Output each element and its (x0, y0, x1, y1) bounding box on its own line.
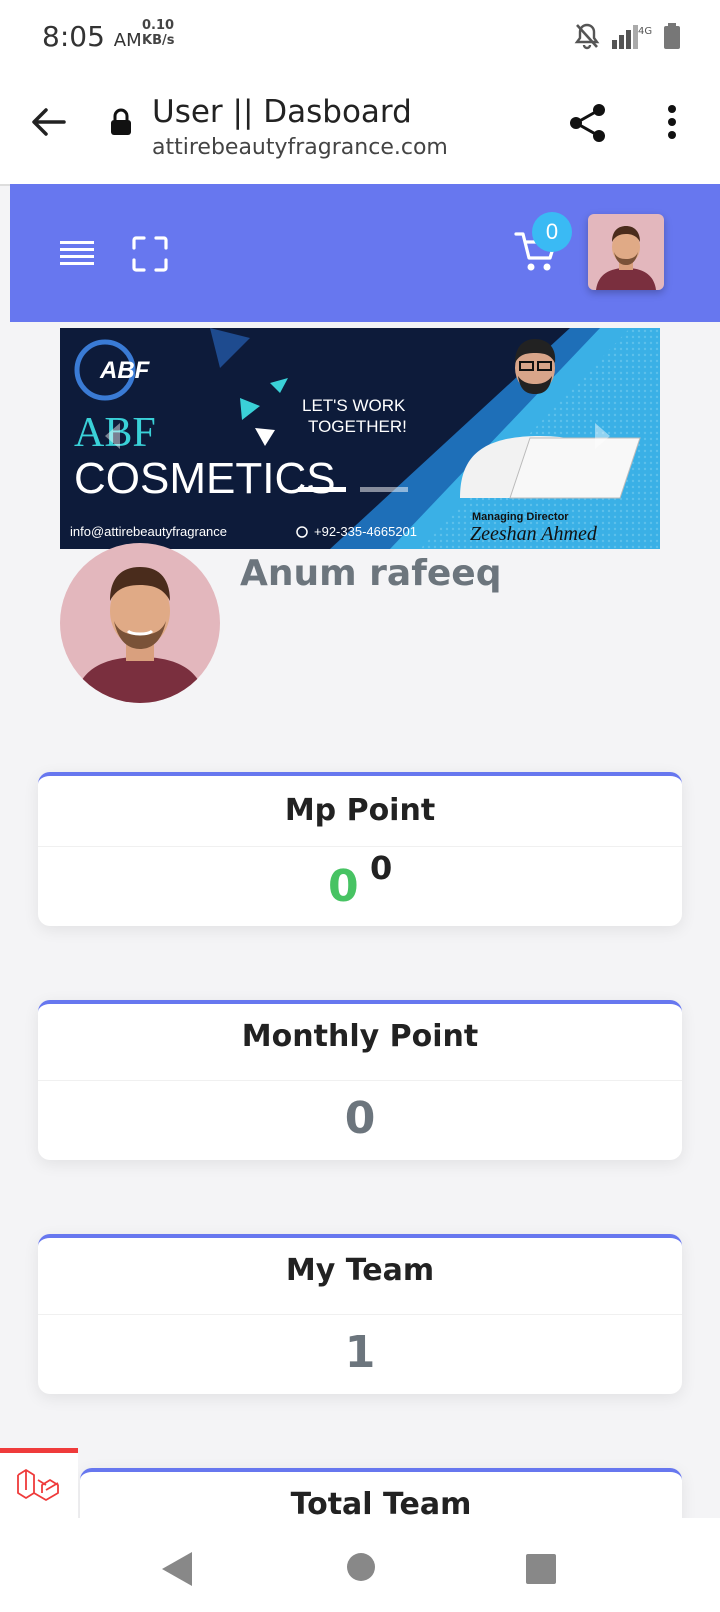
nav-recents-icon[interactable] (526, 1554, 556, 1584)
my-team-value: 1 (344, 1327, 376, 1378)
card-mp-point: Mp Point 0 0 (38, 772, 682, 926)
card-my-team: My Team 1 (38, 1234, 682, 1394)
mp-point-value: 0 (328, 861, 359, 912)
status-time: 8:05 AM (42, 20, 142, 53)
laravel-icon (17, 1469, 59, 1501)
battery-icon (664, 23, 680, 49)
bell-off-icon (574, 23, 600, 50)
menu-icon[interactable] (60, 240, 94, 266)
banner-phone: +92-335-4665201 (314, 524, 417, 539)
page-title: User || Dasboard (152, 94, 412, 130)
status-bar: 8:05 AM 0.10 KB/s 4G (0, 0, 720, 74)
back-arrow-icon[interactable] (30, 106, 66, 138)
banner-role: Managing Director (472, 511, 569, 523)
monthly-point-value: 0 (344, 1093, 376, 1144)
slider-indicator[interactable] (360, 487, 408, 492)
banner-person: Zeeshan Ahmed (470, 523, 598, 545)
avatar (588, 214, 664, 290)
promo-banner-slider[interactable]: ABF ABF COSMETICS LET'S WORK TOGETHER! i… (60, 328, 660, 549)
profile-avatar (60, 543, 220, 703)
nav-back-icon[interactable] (162, 1552, 192, 1586)
page-domain[interactable]: attirebeautyfragrance.com (152, 135, 448, 160)
browser-url-bar: User || Dasboard attirebeautyfragrance.c… (0, 74, 720, 186)
fullscreen-icon[interactable] (132, 236, 168, 272)
network-type: 4G (638, 26, 652, 37)
nav-home-icon[interactable] (346, 1552, 376, 1582)
card-title: My Team (38, 1238, 682, 1315)
laravel-debugbar-button[interactable] (0, 1448, 78, 1523)
profile-name: Anum rafeeq (240, 553, 502, 594)
more-vert-icon[interactable] (666, 104, 678, 140)
share-icon[interactable] (568, 102, 608, 144)
banner-brand-line2: COSMETICS (74, 454, 336, 503)
card-title: Monthly Point (38, 1004, 682, 1081)
signal-icon: 4G (612, 25, 652, 49)
card-title: Mp Point (38, 776, 682, 847)
banner-logo-text: ABF (99, 357, 151, 384)
banner-tagline-2: TOGETHER! (308, 417, 407, 436)
net-speed: 0.10 KB/s (142, 18, 175, 48)
lock-icon (111, 108, 131, 135)
cart-count-badge: 0 (532, 212, 572, 252)
user-avatar-button[interactable] (588, 214, 664, 290)
system-nav-bar (0, 1518, 720, 1612)
mp-point-superscript: 0 (370, 849, 393, 887)
card-monthly-point: Monthly Point 0 (38, 1000, 682, 1160)
banner-tagline-1: LET'S WORK (302, 396, 406, 415)
banner-email: info@attirebeautyfragrance (70, 524, 227, 539)
slider-indicator-active[interactable] (298, 487, 346, 492)
